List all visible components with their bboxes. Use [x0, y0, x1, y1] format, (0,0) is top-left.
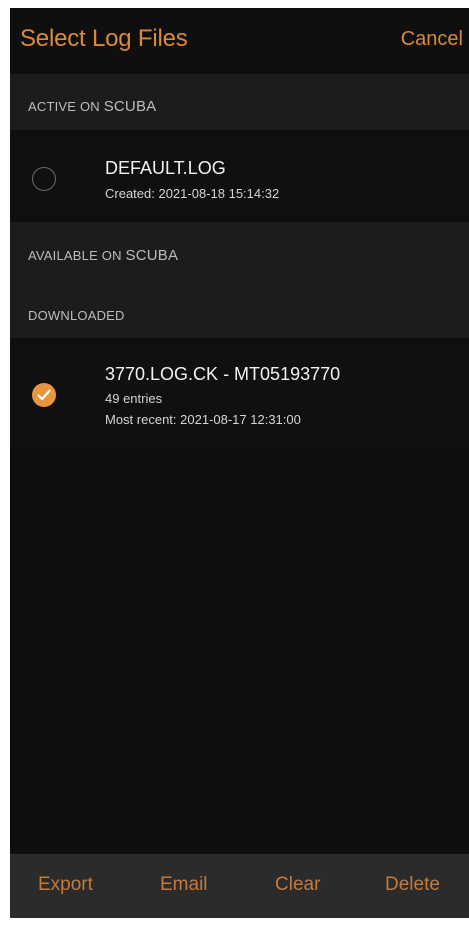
page-title: Select Log Files: [20, 25, 188, 52]
section-label-active-suffix: SCUBA: [103, 98, 157, 115]
clear-button[interactable]: Clear: [275, 874, 320, 896]
cancel-button[interactable]: Cancel: [401, 28, 463, 51]
radio-unchecked-icon[interactable]: [32, 167, 56, 191]
section-label-downloaded: DOWNLOADED: [28, 308, 125, 323]
section-header-active: ACTIVE ON SCUBA: [10, 74, 469, 130]
list-item-downloaded-log[interactable]: 3770.LOG.CK - MT05193770 49 entries Most…: [10, 338, 469, 446]
checkmark-circle-icon[interactable]: [32, 383, 56, 407]
email-button[interactable]: Email: [160, 874, 208, 896]
navigation-bar: Select Log Files Cancel: [10, 8, 469, 74]
section-label-available-suffix: SCUBA: [125, 247, 179, 264]
section-label-available: AVAILABLE ON SCUBA: [28, 247, 178, 264]
section-label-active-prefix: ACTIVE ON: [28, 99, 100, 114]
log-name: 3770.LOG.CK - MT05193770: [105, 364, 341, 384]
list-item-default-log[interactable]: DEFAULT.LOG Created: 2021-08-18 15:14:32: [10, 130, 469, 222]
section-label-active: ACTIVE ON SCUBA: [28, 98, 156, 115]
section-header-available: AVAILABLE ON SCUBA DOWNLOADED: [10, 222, 469, 338]
delete-button[interactable]: Delete: [385, 874, 440, 896]
checkmark-icon: [37, 389, 51, 401]
log-entries: 49 entries: [105, 391, 163, 406]
export-button[interactable]: Export: [38, 874, 93, 896]
log-file-picker-screen: Select Log Files Cancel ACTIVE ON SCUBA …: [10, 8, 469, 918]
log-name: DEFAULT.LOG: [105, 158, 226, 178]
log-created: Created: 2021-08-18 15:14:32: [105, 186, 280, 201]
log-most-recent: Most recent: 2021-08-17 12:31:00: [105, 412, 301, 427]
bottom-toolbar: Export Email Clear Delete: [10, 854, 469, 918]
section-label-available-prefix: AVAILABLE ON: [28, 248, 122, 263]
